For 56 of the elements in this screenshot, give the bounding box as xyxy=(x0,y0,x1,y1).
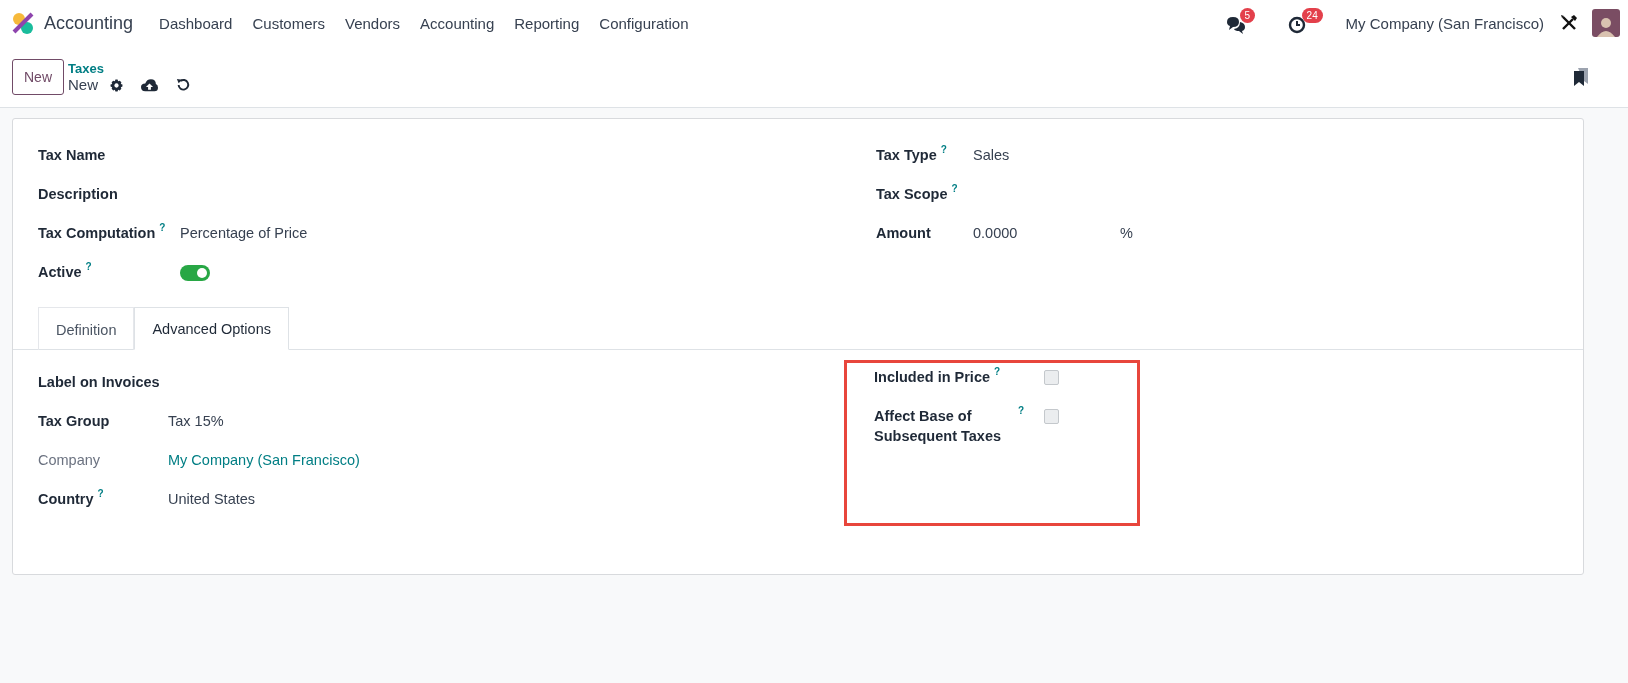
undo-icon xyxy=(176,78,191,92)
field-label: Tax Name xyxy=(38,146,106,165)
help-mark[interactable]: ? xyxy=(85,262,92,272)
field-label: Amount xyxy=(876,224,931,243)
field-label: Tax Group xyxy=(38,412,110,431)
app-logo-icon xyxy=(12,12,34,34)
help-mark[interactable]: ? xyxy=(97,489,104,499)
count-badge: 5 xyxy=(1239,8,1256,23)
settings-icon xyxy=(110,78,124,92)
help-mark[interactable]: ? xyxy=(951,184,958,194)
avatar-silhouette-icon xyxy=(1595,15,1617,37)
tab[interactable]: Advanced Options xyxy=(134,307,289,350)
new-button[interactable]: New xyxy=(12,58,64,95)
company-switcher[interactable]: My Company (San Francisco) xyxy=(1337,14,1560,32)
field-label: Tax Computation xyxy=(38,224,156,243)
field-label: Included in Price xyxy=(874,368,991,387)
field-label: Country xyxy=(38,490,94,509)
field-value[interactable]: Percentage of Price xyxy=(180,223,308,243)
menu-item[interactable]: Vendors xyxy=(335,14,411,32)
field-label: Tax Type xyxy=(876,146,937,165)
menu-item[interactable]: Configuration xyxy=(589,14,699,32)
help-mark[interactable]: ? xyxy=(159,223,166,233)
field-link[interactable]: My Company (San Francisco) xyxy=(168,450,360,470)
field-value[interactable]: Tax 15% xyxy=(168,411,224,431)
menu-item[interactable]: Dashboard xyxy=(149,14,243,32)
help-mark[interactable]: ? xyxy=(994,367,1001,377)
count-badge: 24 xyxy=(1301,8,1323,23)
field-label: Company xyxy=(38,451,101,470)
field-label: Description xyxy=(38,185,118,204)
bookmarks-icon xyxy=(1574,67,1588,86)
field-value[interactable]: Sales xyxy=(973,145,1010,165)
menu-item[interactable]: Accounting xyxy=(410,14,505,32)
help-mark[interactable]: ? xyxy=(940,145,947,155)
record-title: New xyxy=(68,76,99,94)
field-label: Active xyxy=(38,263,82,282)
chat-icon xyxy=(1225,16,1246,34)
checkbox[interactable] xyxy=(1044,370,1059,385)
field-value[interactable]: United States xyxy=(168,489,256,509)
breadcrumb-link[interactable]: Taxes xyxy=(68,61,197,76)
cloud-upload-icon xyxy=(141,78,159,92)
field-label: Tax Scope xyxy=(876,185,948,204)
avatar[interactable] xyxy=(1592,9,1620,37)
menu-item[interactable]: Reporting xyxy=(504,14,590,32)
activities-button[interactable]: 24 xyxy=(1279,6,1336,40)
unit-label: % xyxy=(1120,224,1133,243)
toggle-switch[interactable] xyxy=(180,264,210,281)
menu-item[interactable]: Customers xyxy=(242,14,335,32)
field-value[interactable]: 0.0000 xyxy=(973,223,1120,243)
messages-button[interactable]: 5 xyxy=(1217,6,1276,40)
app-name[interactable]: Accounting xyxy=(44,12,134,34)
field-label: Affect Base of Subsequent Taxes xyxy=(874,407,1003,446)
help-mark[interactable]: ? xyxy=(1018,406,1025,416)
clock-icon xyxy=(1287,16,1306,34)
checkbox[interactable] xyxy=(1044,409,1059,424)
tools-icon xyxy=(1560,14,1578,32)
field-label: Label on Invoices xyxy=(38,373,160,392)
